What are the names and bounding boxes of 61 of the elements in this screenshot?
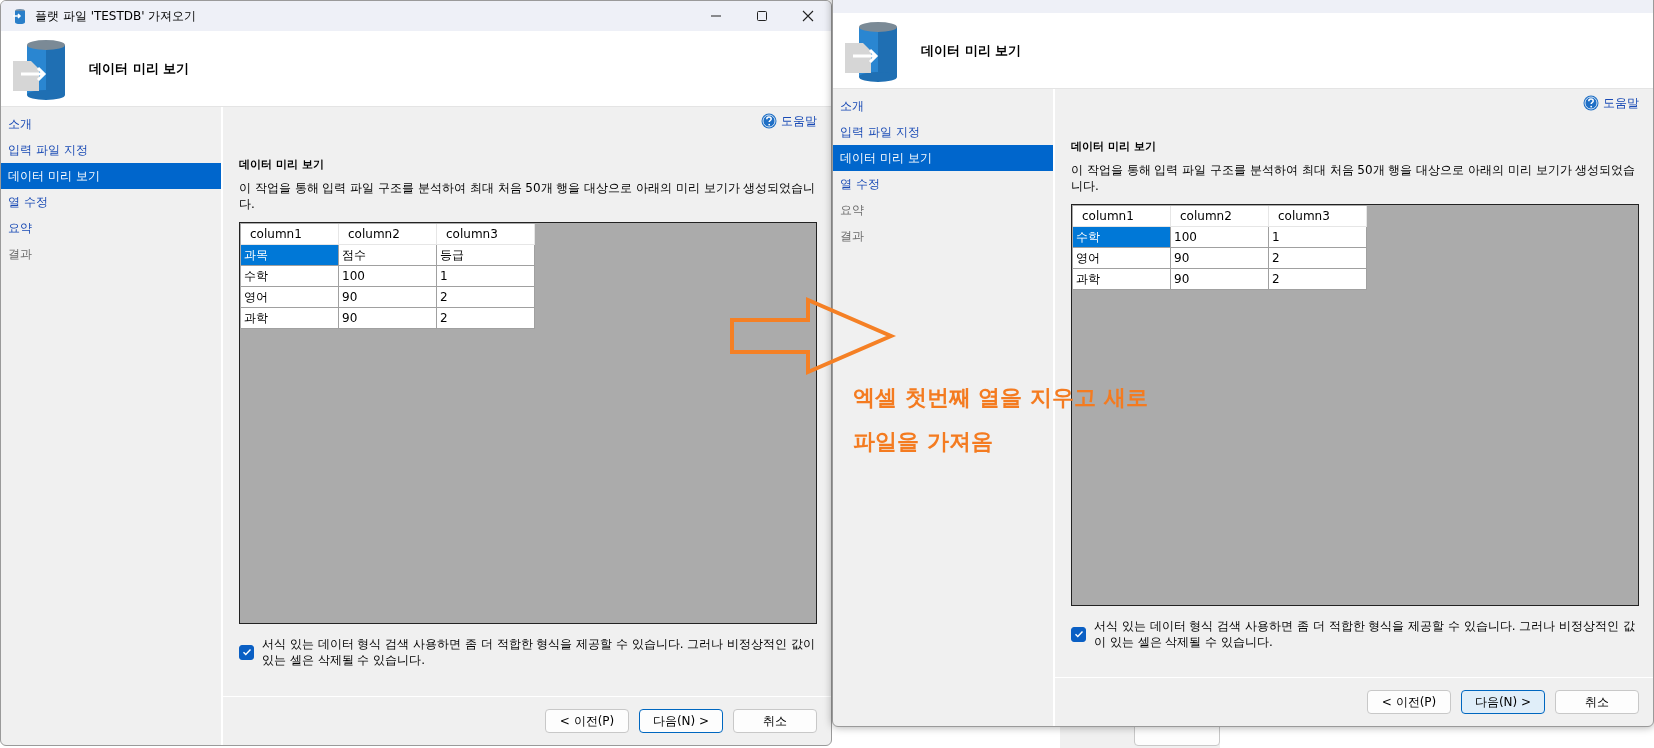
table-cell[interactable]: 100 <box>1171 227 1269 248</box>
table-cell[interactable]: 2 <box>437 287 535 308</box>
section-title: 데이터 미리 보기 <box>1071 139 1157 154</box>
table-cell[interactable]: 1 <box>437 266 535 287</box>
checkbox-label: 서식 있는 데이터 형식 검색 사용하면 좀 더 적합한 형식을 제공할 수 있습니다. 그러나 비정상적인 값이 있는 셀은 삭제될 수 있습니다. <box>1094 618 1637 650</box>
table-cell[interactable]: 90 <box>1171 248 1269 269</box>
table-cell[interactable]: 수학 <box>1073 227 1171 248</box>
step-link[interactable]: 열 수정 <box>833 171 1053 197</box>
step-link[interactable]: 데이터 미리 보기 <box>1 163 221 189</box>
step-link[interactable]: 입력 파일 지정 <box>1 137 221 163</box>
column-header[interactable]: column3 <box>1269 206 1367 227</box>
table-cell[interactable]: 영어 <box>1073 248 1171 269</box>
page-title: 데이터 미리 보기 <box>89 59 190 78</box>
checkbox-label: 서식 있는 데이터 형식 검색 사용하면 좀 더 적합한 형식을 제공할 수 있습니다. 그러나 비정상적인 값이 있는 셀은 삭제될 수 있습니다. <box>262 636 817 668</box>
table-cell[interactable]: 점수 <box>339 245 437 266</box>
column-header[interactable]: column2 <box>339 224 437 245</box>
step-link[interactable]: 열 수정 <box>1 189 221 215</box>
help-link[interactable]: 도움말 <box>761 111 817 131</box>
table-cell[interactable]: 과학 <box>1073 269 1171 290</box>
step-link[interactable]: 소개 <box>1 111 221 137</box>
table-cell[interactable]: 수학 <box>241 266 339 287</box>
wizard-button[interactable]: 다음(N) > <box>639 709 723 733</box>
database-icon <box>11 8 27 24</box>
table-cell[interactable]: 2 <box>1269 269 1367 290</box>
help-link[interactable]: 도움말 <box>1583 93 1639 113</box>
wizard-button[interactable]: 취소 <box>1555 690 1639 714</box>
table-cell[interactable]: 등급 <box>437 245 535 266</box>
table-cell[interactable]: 과학 <box>241 308 339 329</box>
table-cell[interactable]: 90 <box>339 287 437 308</box>
column-header[interactable]: column2 <box>1171 206 1269 227</box>
table-cell[interactable]: 영어 <box>241 287 339 308</box>
annotation-text: 파일을 가져옴 <box>853 428 994 456</box>
check-icon <box>1072 628 1085 640</box>
step-link[interactable]: 데이터 미리 보기 <box>833 145 1053 171</box>
help-icon <box>761 113 777 129</box>
window-title: 플랫 파일 'TESTDB' 가져오기 <box>35 7 198 25</box>
table-cell[interactable]: 2 <box>1269 248 1367 269</box>
table-cell[interactable]: 90 <box>339 308 437 329</box>
check-icon <box>240 646 253 658</box>
help-icon <box>1583 95 1599 111</box>
description-text: 이 작업을 통해 입력 파일 구조를 분석하여 최대 처음 50개 행을 대상으로 아래의 미리 보기가 생성되었습니다. <box>1071 162 1637 194</box>
wizard-button[interactable]: < 이전(P) <box>545 709 629 733</box>
table-cell[interactable]: 100 <box>339 266 437 287</box>
page-title: 데이터 미리 보기 <box>921 41 1022 60</box>
wizard-button[interactable]: 다음(N) > <box>1461 690 1545 714</box>
column-header[interactable]: column1 <box>1073 206 1171 227</box>
column-header[interactable]: column1 <box>241 224 339 245</box>
checkbox[interactable] <box>239 644 254 660</box>
step-link[interactable]: 요약 <box>1 215 221 241</box>
step-link[interactable]: 소개 <box>833 93 1053 119</box>
wizard-button[interactable]: < 이전(P) <box>1367 690 1451 714</box>
wizard-button[interactable]: 취소 <box>733 709 817 733</box>
step-link[interactable]: 입력 파일 지정 <box>833 119 1053 145</box>
column-header[interactable]: column3 <box>437 224 535 245</box>
table-cell[interactable]: 90 <box>1171 269 1269 290</box>
table-cell[interactable]: 과목 <box>241 245 339 266</box>
table-cell[interactable]: 2 <box>437 308 535 329</box>
description-text: 이 작업을 통해 입력 파일 구조를 분석하여 최대 처음 50개 행을 대상으로 아래의 미리 보기가 생성되었습니다. <box>239 180 817 212</box>
table-cell[interactable]: 1 <box>1269 227 1367 248</box>
section-title: 데이터 미리 보기 <box>239 157 325 172</box>
checkbox[interactable] <box>1071 626 1086 642</box>
